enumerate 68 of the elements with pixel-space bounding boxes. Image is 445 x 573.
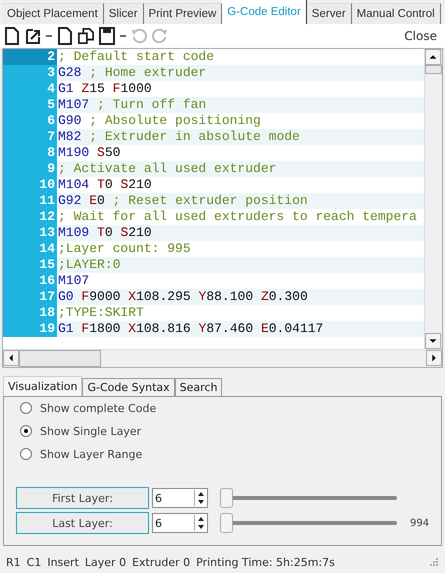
line-number: 10 xyxy=(3,177,57,193)
radio-label[interactable]: Show Layer Range xyxy=(40,448,142,460)
radio-button[interactable] xyxy=(20,402,32,414)
layer-button[interactable]: First Layer: xyxy=(16,487,149,509)
status-text: Extruder 0 xyxy=(132,556,190,568)
line-number: 5 xyxy=(3,97,57,113)
status-text: R1 xyxy=(6,556,21,568)
radio-label[interactable]: Show Single Layer xyxy=(40,424,142,438)
slider-thumb[interactable] xyxy=(220,488,233,508)
layer-button[interactable]: Last Layer: xyxy=(16,512,149,534)
up-arrow-icon[interactable] xyxy=(195,515,207,523)
layer-slider[interactable] xyxy=(220,488,397,508)
line-number: 7 xyxy=(3,129,57,145)
tab[interactable]: G-Code Syntax xyxy=(82,378,175,396)
tab[interactable]: Server xyxy=(306,3,352,24)
tab[interactable]: Search xyxy=(174,378,222,396)
tab[interactable]: Object Placement xyxy=(2,3,104,24)
scroll-right-icon[interactable] xyxy=(426,350,442,366)
separator-icon xyxy=(46,35,52,37)
scroll-down-icon[interactable] xyxy=(425,333,441,349)
save-icon[interactable] xyxy=(99,27,115,45)
line-number: 8 xyxy=(3,145,57,161)
line-number: 13 xyxy=(3,225,57,241)
down-arrow-icon[interactable] xyxy=(195,523,207,531)
tab[interactable]: Print Preview xyxy=(144,3,222,24)
close-link[interactable]: Close xyxy=(404,29,437,43)
separator-icon xyxy=(120,35,126,37)
scroll-up-icon[interactable] xyxy=(425,49,441,65)
line-number: 3 xyxy=(3,65,57,81)
line-number: 12 xyxy=(3,209,57,225)
scroll-left-icon[interactable] xyxy=(3,350,19,366)
radio-button[interactable] xyxy=(20,448,32,460)
line-number: 18 xyxy=(3,305,57,321)
spin-field[interactable]: 6 xyxy=(152,488,208,508)
radio-button[interactable] xyxy=(20,425,32,437)
line-number: 19 xyxy=(3,321,57,337)
status-text: Insert xyxy=(47,556,79,568)
line-number: 15 xyxy=(3,257,57,273)
copy-icon[interactable] xyxy=(78,27,94,45)
slider-thumb[interactable] xyxy=(220,513,233,533)
scroll-thumb[interactable] xyxy=(19,350,101,367)
line-number: 9 xyxy=(3,161,57,177)
up-arrow-icon[interactable] xyxy=(195,490,207,498)
line-number: 14 xyxy=(3,241,57,257)
horizontal-scrollbar[interactable] xyxy=(3,349,442,367)
line-number: 16 xyxy=(3,273,57,289)
tab[interactable]: Manual Control xyxy=(352,3,441,24)
line-number: 6 xyxy=(3,113,57,129)
radio-label[interactable]: Show complete Code xyxy=(40,402,156,414)
status-text: Printing Time: 5h:25m:7s xyxy=(196,556,335,568)
down-arrow-icon[interactable] xyxy=(195,498,207,506)
status-text: Layer 0 xyxy=(84,556,126,568)
document-icon[interactable] xyxy=(57,27,73,45)
spin-field[interactable]: 6 xyxy=(152,513,208,533)
line-number: 2 xyxy=(3,49,57,65)
line-number: 11 xyxy=(3,193,57,209)
tab[interactable]: Visualization xyxy=(3,376,82,396)
scroll-thumb[interactable] xyxy=(425,65,442,74)
layer-count: 994 xyxy=(410,518,430,528)
vertical-scrollbar[interactable] xyxy=(424,49,442,349)
layer-slider[interactable] xyxy=(220,513,397,533)
line-number: 17 xyxy=(3,289,57,305)
new-file-icon[interactable] xyxy=(4,27,20,45)
export-icon[interactable] xyxy=(25,27,41,45)
resize-grip-icon xyxy=(429,557,439,567)
status-text: C1 xyxy=(26,556,42,568)
line-number: 4 xyxy=(3,81,57,97)
tab[interactable]: Slicer xyxy=(104,3,144,24)
